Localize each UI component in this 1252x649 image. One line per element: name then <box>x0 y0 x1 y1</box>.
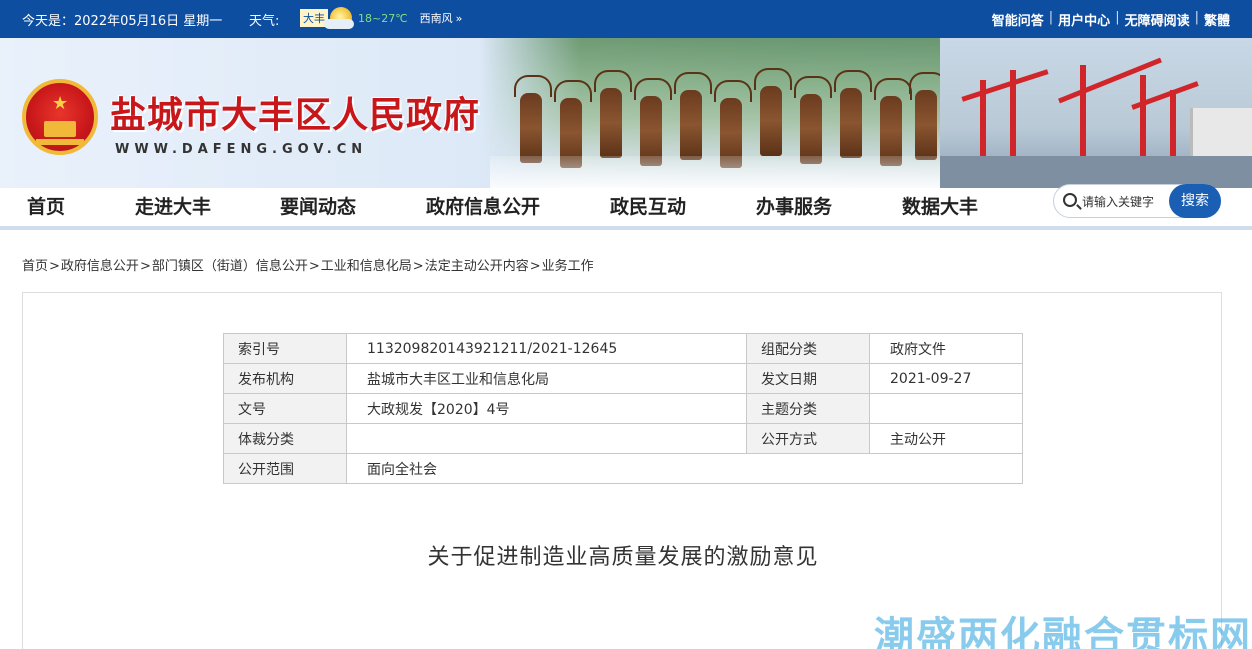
site-title[interactable]: 盐城市大丰区人民政府 <box>110 86 480 138</box>
deer-image <box>594 70 632 158</box>
meta-key-publisher: 发布机构 <box>223 363 347 394</box>
table-row: 体裁分类 公开方式 主动公开 <box>223 423 1023 454</box>
deer-image <box>674 72 712 160</box>
deer-image <box>909 72 947 160</box>
table-row: 公开范围 面向全社会 <box>223 453 1023 484</box>
content-panel: 索引号 113209820143921211/2021-12645 组配分类 政… <box>22 292 1222 649</box>
weather-temperature: 18~27℃ <box>358 11 408 25</box>
nav-item-about-dafeng[interactable]: 走进大丰 <box>135 192 211 219</box>
search-box: 搜索 <box>1053 184 1221 218</box>
crane <box>980 80 986 160</box>
meta-value-genre <box>346 423 747 454</box>
meta-key-scope: 公开范围 <box>223 453 347 484</box>
divider: | <box>1048 10 1054 25</box>
meta-key-disclosure-method: 公开方式 <box>746 423 870 454</box>
deer-image <box>834 70 872 158</box>
water-splash <box>490 156 950 188</box>
meta-key-date: 发文日期 <box>746 363 870 394</box>
breadcrumb-separator: > <box>308 259 320 274</box>
breadcrumb: 首页>政府信息公开>部门镇区（街道）信息公开>工业和信息化局>法定主动公开内容>… <box>22 255 594 274</box>
link-smart-qa[interactable]: 智能问答 <box>992 10 1044 29</box>
meta-value-index: 113209820143921211/2021-12645 <box>346 333 747 364</box>
search-button[interactable]: 搜索 <box>1169 184 1221 218</box>
document-metadata-table: 索引号 113209820143921211/2021-12645 组配分类 政… <box>223 333 1023 484</box>
meta-value-scope: 面向全社会 <box>346 453 1023 484</box>
search-input[interactable] <box>1082 193 1172 211</box>
meta-value-date: 2021-09-27 <box>869 363 1023 394</box>
deer-image <box>794 76 832 164</box>
meta-value-topic <box>869 393 1023 424</box>
tiananmen-icon <box>44 121 76 137</box>
nav-item-home[interactable]: 首页 <box>27 192 65 219</box>
breadcrumb-item[interactable]: 部门镇区（街道）信息公开 <box>152 259 308 274</box>
link-traditional-chinese[interactable]: 繁體 <box>1204 10 1230 29</box>
breadcrumb-separator: > <box>529 259 541 274</box>
weather-widget[interactable]: 大丰 18~27℃ 西南风 » <box>300 5 462 31</box>
nav-item-interaction[interactable]: 政民互动 <box>610 192 686 219</box>
meta-value-doc-number: 大政规发【2020】4号 <box>346 393 747 424</box>
document-title: 关于促进制造业高质量发展的激励意见 <box>427 545 819 570</box>
meta-key-category: 组配分类 <box>746 333 870 364</box>
breadcrumb-separator: > <box>49 259 60 274</box>
national-emblem-logo[interactable]: ★ <box>22 79 98 155</box>
watermark: 潮盛两化融合贯标网 <box>874 614 1252 649</box>
table-row: 索引号 113209820143921211/2021-12645 组配分类 政… <box>223 333 1023 364</box>
table-row: 文号 大政规发【2020】4号 主题分类 <box>223 393 1023 424</box>
nav-item-data[interactable]: 数据大丰 <box>902 192 978 219</box>
breadcrumb-item[interactable]: 首页 <box>22 259 48 274</box>
emblem-base <box>36 139 84 145</box>
site-url: WWW.DAFENG.GOV.CN <box>115 142 368 157</box>
top-bar: 今天是：2022年05月16日 星期一 天气: 大丰 18~27℃ 西南风 » … <box>0 0 1252 38</box>
star-icon: ★ <box>52 93 69 114</box>
nav-item-services[interactable]: 办事服务 <box>756 192 832 219</box>
meta-value-publisher: 盐城市大丰区工业和信息化局 <box>346 363 747 394</box>
breadcrumb-item[interactable]: 业务工作 <box>542 259 594 274</box>
breadcrumb-item[interactable]: 法定主动公开内容 <box>425 259 529 274</box>
deer-image <box>514 75 552 163</box>
divider: | <box>1194 10 1199 25</box>
meta-key-doc-number: 文号 <box>223 393 347 424</box>
meta-key-topic: 主题分类 <box>746 393 870 424</box>
nav-item-gov-info[interactable]: 政府信息公开 <box>426 192 540 219</box>
ship-image <box>1190 108 1252 163</box>
chevron-right-icon[interactable]: » <box>456 12 463 25</box>
nav-item-news[interactable]: 要闻动态 <box>280 192 356 219</box>
partly-cloudy-icon <box>324 7 354 29</box>
meta-value-category: 政府文件 <box>869 333 1023 364</box>
link-user-center[interactable]: 用户中心 <box>1058 10 1110 29</box>
meta-key-genre: 体裁分类 <box>223 423 347 454</box>
breadcrumb-separator: > <box>412 259 424 274</box>
header-banner: ★ 盐城市大丰区人民政府 WWW.DAFENG.GOV.CN <box>0 38 1252 188</box>
divider: | <box>1115 10 1120 25</box>
top-links: 智能问答 | 用户中心 | 无障碍阅读 | 繁體 <box>992 10 1230 29</box>
current-date: 今天是：2022年05月16日 星期一 <box>22 14 223 29</box>
breadcrumb-item[interactable]: 政府信息公开 <box>61 259 139 274</box>
crane <box>1080 65 1086 160</box>
link-accessibility[interactable]: 无障碍阅读 <box>1125 10 1190 29</box>
breadcrumb-item[interactable]: 工业和信息化局 <box>321 259 412 274</box>
meta-value-disclosure-method: 主动公开 <box>869 423 1023 454</box>
deer-image <box>754 68 792 156</box>
breadcrumb-separator: > <box>139 259 151 274</box>
weather-wind: 西南风 <box>419 12 453 25</box>
meta-key-index: 索引号 <box>223 333 347 364</box>
search-icon <box>1063 193 1077 207</box>
weather-label: 天气: <box>249 14 280 29</box>
crane <box>1140 75 1146 160</box>
crane <box>1170 90 1176 160</box>
crane <box>1010 70 1016 160</box>
table-row: 发布机构 盐城市大丰区工业和信息化局 发文日期 2021-09-27 <box>223 363 1023 394</box>
